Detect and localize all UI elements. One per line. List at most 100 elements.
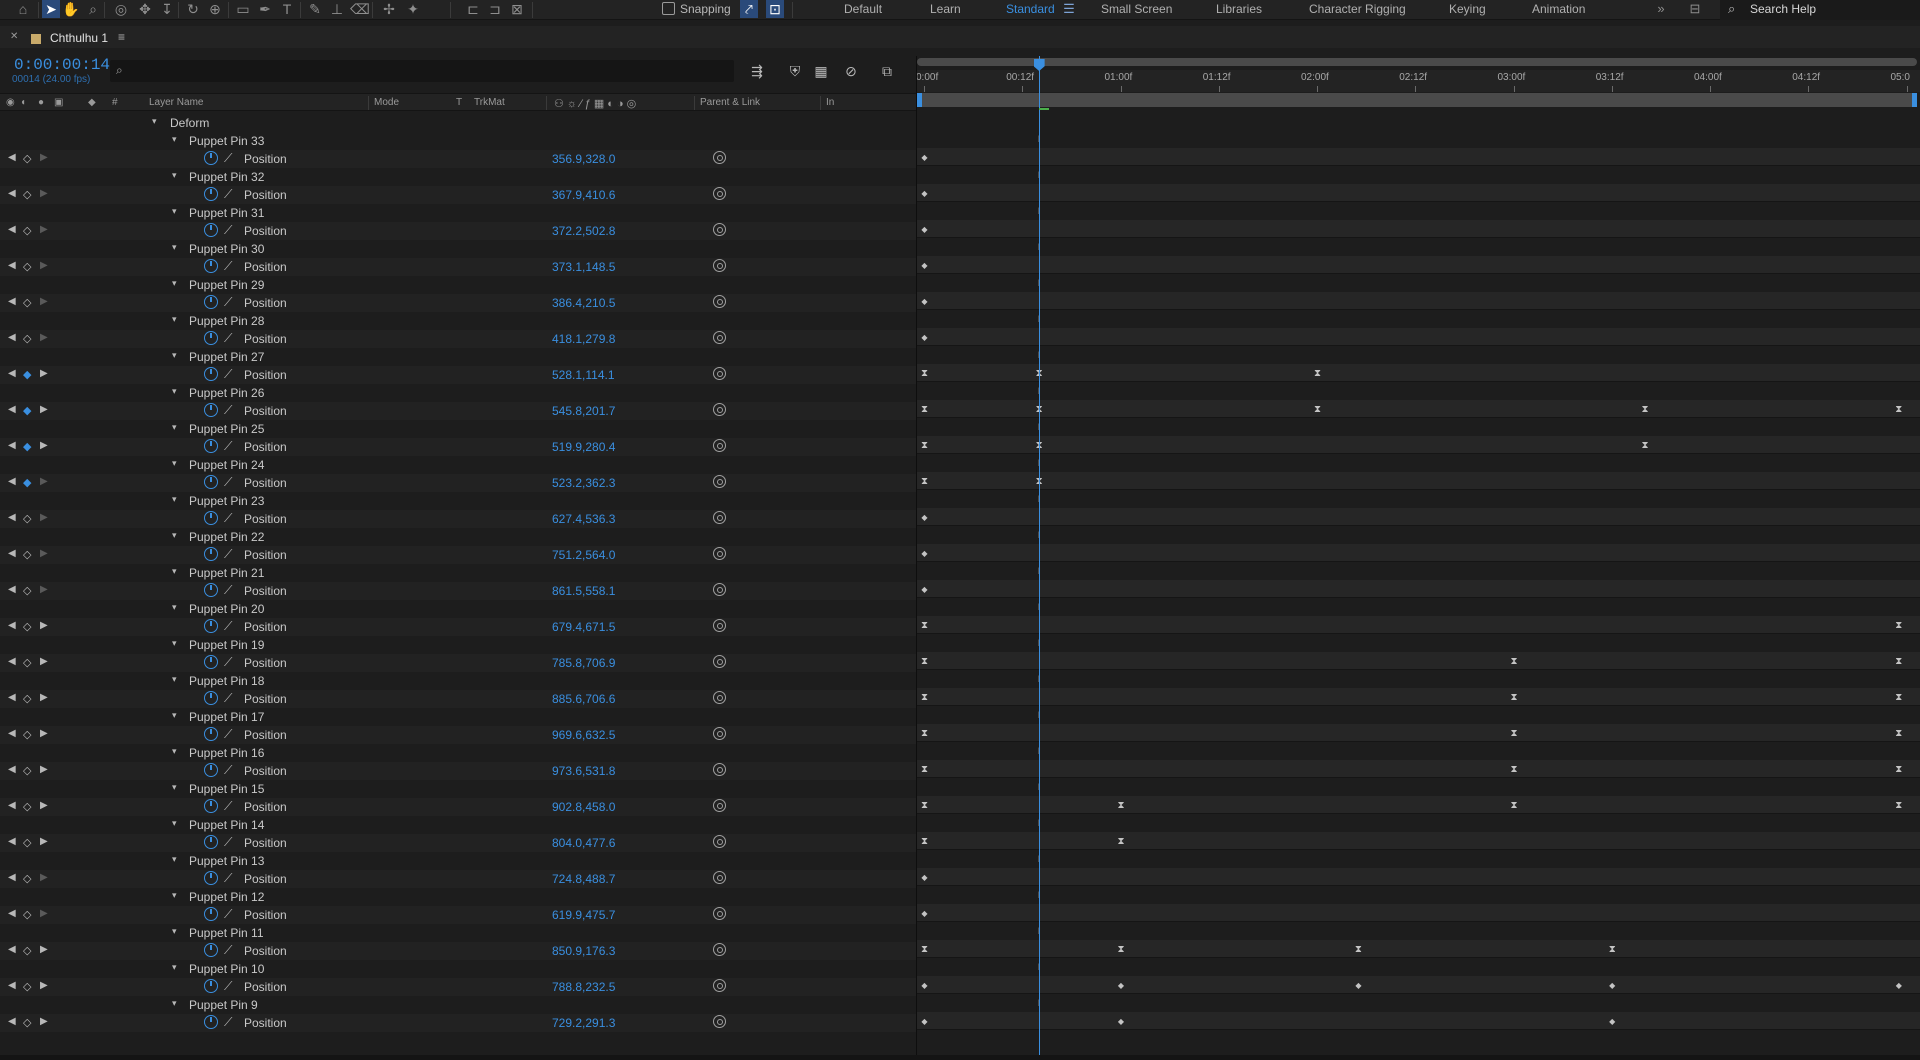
stopwatch-icon[interactable] bbox=[204, 475, 218, 489]
expression-pickwhip-icon[interactable] bbox=[713, 583, 726, 596]
keyframe-icon[interactable] bbox=[1117, 980, 1126, 990]
expression-pickwhip-icon[interactable] bbox=[713, 259, 726, 272]
keyframe-icon[interactable] bbox=[1608, 980, 1617, 990]
position-value[interactable]: 367.9,410.6 bbox=[552, 188, 615, 202]
puppet-pin-row[interactable]: ▾ Puppet Pin 20 bbox=[0, 600, 916, 618]
trkmat-header[interactable]: TrkMat bbox=[474, 97, 505, 108]
prev-keyframe-icon[interactable]: ◀ bbox=[8, 332, 16, 343]
next-keyframe-icon[interactable]: ▶ bbox=[40, 584, 48, 595]
add-keyframe-icon[interactable]: ◇ bbox=[23, 188, 31, 201]
stopwatch-icon[interactable] bbox=[204, 439, 218, 453]
prev-keyframe-icon[interactable]: ◀ bbox=[8, 548, 16, 559]
graph-icon[interactable]: ⟋ bbox=[224, 943, 232, 958]
puppet-pin-row[interactable]: ▾ Puppet Pin 24 bbox=[0, 456, 916, 474]
snap-features-icon[interactable]: ⊡ bbox=[766, 0, 784, 18]
position-property-row[interactable]: ◀ ◇ ▶ ⟋ Position 788.8,232.5 bbox=[0, 978, 916, 996]
graph-icon[interactable]: ⟋ bbox=[224, 619, 232, 634]
prev-keyframe-icon[interactable]: ◀ bbox=[8, 512, 16, 523]
workspace-tab[interactable]: Animation bbox=[1532, 2, 1585, 16]
add-keyframe-icon[interactable]: ◇ bbox=[23, 944, 31, 957]
next-keyframe-icon[interactable]: ▶ bbox=[40, 728, 48, 739]
next-keyframe-icon[interactable]: ▶ bbox=[40, 512, 48, 523]
add-keyframe-icon[interactable]: ◇ bbox=[23, 908, 31, 921]
position-property-row[interactable]: ◀ ◇ ▶ ⟋ Position 729.2,291.3 bbox=[0, 1014, 916, 1032]
expression-pickwhip-icon[interactable] bbox=[713, 619, 726, 632]
twirl-down-icon[interactable]: ▾ bbox=[172, 134, 177, 145]
hold-keyframe-icon[interactable] bbox=[1894, 404, 1903, 414]
hold-keyframe-icon[interactable] bbox=[920, 620, 929, 630]
expression-pickwhip-icon[interactable] bbox=[713, 439, 726, 452]
add-keyframe-icon[interactable]: ◇ bbox=[23, 548, 31, 561]
puppet-pin-row[interactable]: ▾ Puppet Pin 19 bbox=[0, 636, 916, 654]
parent-link-header[interactable]: Parent & Link bbox=[700, 97, 760, 108]
keyframe-icon[interactable] bbox=[920, 980, 929, 990]
next-keyframe-icon[interactable]: ▶ bbox=[40, 944, 48, 955]
graph-editor-icon[interactable]: ⧉ bbox=[878, 62, 896, 80]
eraser-tool-icon[interactable]: ⌫ bbox=[350, 0, 370, 18]
prev-keyframe-icon[interactable]: ◀ bbox=[8, 188, 16, 199]
prev-keyframe-icon[interactable]: ◀ bbox=[8, 980, 16, 991]
rotate-tool-icon[interactable]: ↻ bbox=[184, 0, 202, 18]
hold-keyframe-icon[interactable] bbox=[1894, 656, 1903, 666]
prev-keyframe-icon[interactable]: ◀ bbox=[8, 152, 16, 163]
position-value[interactable]: 372.2,502.8 bbox=[552, 224, 615, 238]
prev-keyframe-icon[interactable]: ◀ bbox=[8, 296, 16, 307]
snap-edges-icon[interactable]: ⤤ bbox=[740, 0, 758, 18]
search-help-field[interactable]: ⌕ Search Help bbox=[1720, 0, 1920, 20]
keyframe-icon[interactable] bbox=[920, 188, 929, 198]
next-keyframe-icon[interactable]: ▶ bbox=[40, 800, 48, 811]
workspace-overflow-icon[interactable]: » bbox=[1652, 0, 1670, 18]
stopwatch-icon[interactable] bbox=[204, 187, 218, 201]
prev-keyframe-icon[interactable]: ◀ bbox=[8, 872, 16, 883]
puppet-pin-row[interactable]: ▾ Puppet Pin 14 bbox=[0, 816, 916, 834]
in-header[interactable]: In bbox=[826, 97, 834, 108]
stopwatch-icon[interactable] bbox=[204, 331, 218, 345]
comp-mini-flowchart-icon[interactable]: ⇶ bbox=[748, 62, 766, 80]
panel-menu-icon[interactable]: ≡ bbox=[118, 30, 125, 44]
add-keyframe-icon[interactable]: ◇ bbox=[23, 332, 31, 345]
add-keyframe-icon[interactable]: ◇ bbox=[23, 800, 31, 813]
hold-keyframe-icon[interactable] bbox=[1894, 800, 1903, 810]
puppet-pin-row[interactable]: ▾ Puppet Pin 18 bbox=[0, 672, 916, 690]
selection-tool-icon[interactable]: ➤ bbox=[42, 0, 60, 18]
prev-keyframe-icon[interactable]: ◀ bbox=[8, 224, 16, 235]
keyframe-icon[interactable] bbox=[920, 260, 929, 270]
hold-keyframe-icon[interactable] bbox=[1510, 800, 1519, 810]
stopwatch-icon[interactable] bbox=[204, 907, 218, 921]
position-value[interactable]: 523.2,362.3 bbox=[552, 476, 615, 490]
prev-keyframe-icon[interactable]: ◀ bbox=[8, 656, 16, 667]
hold-keyframe-icon[interactable] bbox=[920, 404, 929, 414]
puppet-pin-row[interactable]: ▾ Puppet Pin 17 bbox=[0, 708, 916, 726]
next-keyframe-icon[interactable]: ▶ bbox=[40, 836, 48, 847]
next-keyframe-icon[interactable]: ▶ bbox=[40, 368, 48, 379]
workspace-menu-icon[interactable]: ☰ bbox=[1060, 0, 1078, 18]
expression-pickwhip-icon[interactable] bbox=[713, 475, 726, 488]
prev-keyframe-icon[interactable]: ◀ bbox=[8, 800, 16, 811]
prev-keyframe-icon[interactable]: ◀ bbox=[8, 260, 16, 271]
twirl-down-icon[interactable]: ▾ bbox=[172, 206, 177, 217]
prev-keyframe-icon[interactable]: ◀ bbox=[8, 620, 16, 631]
add-keyframe-icon[interactable]: ◇ bbox=[23, 692, 31, 705]
mode-header[interactable]: Mode bbox=[374, 97, 399, 108]
hold-keyframe-icon[interactable] bbox=[1510, 728, 1519, 738]
position-property-row[interactable]: ◀ ◆ ▶ ⟋ Position 528.1,114.1 bbox=[0, 366, 916, 384]
position-value[interactable]: 804.0,477.6 bbox=[552, 836, 615, 850]
hold-keyframe-icon[interactable] bbox=[1894, 692, 1903, 702]
label-column-icon[interactable]: ◆ bbox=[88, 97, 96, 108]
expression-pickwhip-icon[interactable] bbox=[713, 295, 726, 308]
switches-header-icons[interactable]: ⚇☼∕ƒ▦◐◑◎ bbox=[554, 97, 639, 110]
graph-icon[interactable]: ⟋ bbox=[224, 763, 232, 778]
work-area-bar[interactable] bbox=[917, 93, 1917, 107]
distribute-icon[interactable]: ⊠ bbox=[508, 0, 526, 18]
next-keyframe-icon[interactable]: ▶ bbox=[40, 764, 48, 775]
keyframe-icon[interactable] bbox=[920, 224, 929, 234]
stopwatch-icon[interactable] bbox=[204, 763, 218, 777]
stopwatch-icon[interactable] bbox=[204, 871, 218, 885]
hand-tool-icon[interactable]: ✋ bbox=[62, 0, 80, 18]
position-property-row[interactable]: ◀ ◇ ▶ ⟋ Position 751.2,564.0 bbox=[0, 546, 916, 564]
workspace-tab[interactable]: Default bbox=[844, 2, 882, 16]
keyframe-icon[interactable] bbox=[920, 296, 929, 306]
next-keyframe-icon[interactable]: ▶ bbox=[40, 404, 48, 415]
keyframe-icon[interactable] bbox=[920, 584, 929, 594]
hold-keyframe-icon[interactable] bbox=[920, 692, 929, 702]
